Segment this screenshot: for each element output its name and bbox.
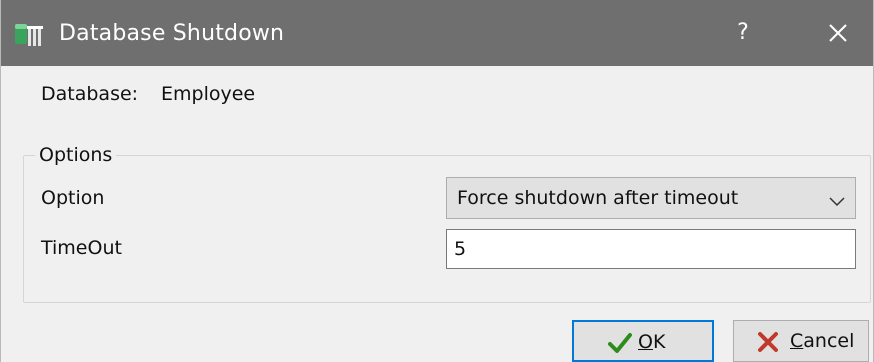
window-title: Database Shutdown [59, 21, 285, 46]
database-app-icon [13, 22, 47, 48]
ok-label-rest: K [652, 331, 666, 353]
close-icon [829, 24, 847, 42]
options-group-legend: Options [35, 141, 117, 169]
database-shutdown-dialog: Database Shutdown ? Database: Employee O… [0, 0, 874, 362]
cancel-mnemonic: C [790, 330, 804, 352]
chevron-down-icon [829, 192, 845, 207]
cancel-button[interactable]: Cancel [733, 320, 869, 362]
ok-mnemonic: O [638, 331, 653, 353]
option-label: Option [41, 187, 105, 209]
cancel-button-label: Cancel [790, 328, 854, 354]
database-label: Database: [41, 83, 139, 105]
help-button[interactable]: ? [713, 0, 773, 66]
timeout-label: TimeOut [41, 237, 122, 259]
ok-button-label: OK [638, 329, 665, 355]
database-name: Employee [161, 83, 256, 105]
timeout-value: 5 [454, 238, 467, 260]
option-selected-value: Force shutdown after timeout [457, 187, 739, 209]
timeout-input[interactable]: 5 [446, 229, 856, 269]
ok-button[interactable]: OK [572, 320, 714, 362]
cancel-label-rest: ancel [803, 330, 855, 352]
red-x-icon [756, 331, 780, 353]
title-bar: Database Shutdown ? [1, 0, 873, 66]
checkmark-icon [608, 332, 632, 354]
option-dropdown[interactable]: Force shutdown after timeout [446, 177, 856, 219]
close-button[interactable] [801, 0, 873, 66]
